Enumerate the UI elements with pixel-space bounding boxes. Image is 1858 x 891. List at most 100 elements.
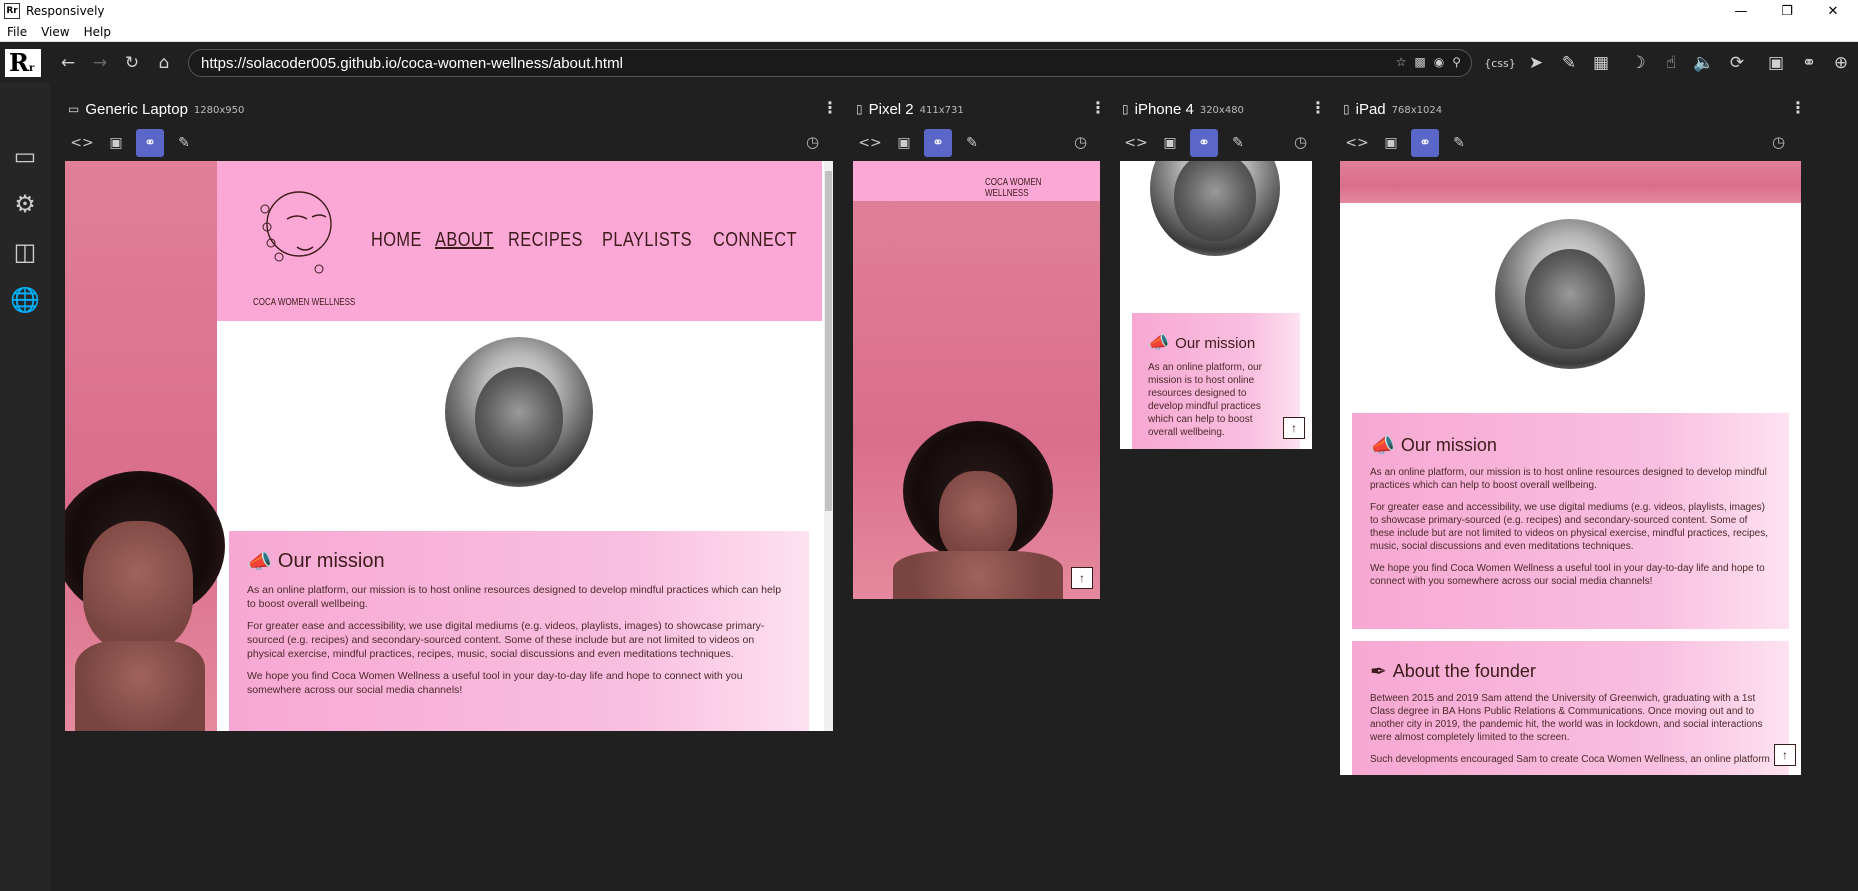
nav-about[interactable]: ABOUT	[435, 229, 494, 252]
brand-logo-icon	[260, 191, 332, 274]
rotate-device-icon[interactable]: ⟳	[1724, 50, 1750, 76]
viewport-pixel2[interactable]: COCA WOMEN WELLNESS ↑	[853, 161, 1100, 599]
touch-hand-icon[interactable]: ☝	[1658, 50, 1684, 76]
mission-p2: For greater ease and accessibility, we u…	[247, 620, 765, 660]
founder-portrait	[1150, 161, 1280, 256]
responsively-logo: Rr	[5, 49, 41, 77]
edit-pencil-icon[interactable]: ✎	[1556, 50, 1582, 76]
bookmark-star-icon[interactable]: ☆	[1396, 55, 1407, 69]
inspect-cursor-icon[interactable]: ➤	[1523, 50, 1549, 76]
screenshot-icon[interactable]: ▣	[1156, 129, 1184, 157]
code-icon[interactable]: <>	[1343, 129, 1371, 157]
back-arrow-icon[interactable]: ←	[55, 50, 81, 76]
link-sync-icon[interactable]: ⚭	[1190, 129, 1218, 157]
scroll-top-arrow-icon[interactable]: ↑	[1774, 744, 1796, 766]
viewport-laptop[interactable]: COCA WOMEN WELLNESS HOME ABOUT RECIPES P…	[65, 161, 833, 731]
edit-icon[interactable]: ✎	[958, 129, 986, 157]
device-name: iPad	[1355, 100, 1386, 118]
device-header-pixel2: ▯ Pixel 2 411x731	[856, 96, 964, 122]
link-sync-icon[interactable]: ⚭	[924, 129, 952, 157]
laptop-icon: ▭	[68, 102, 80, 116]
mission-p1: As an online platform, our mission is to…	[247, 584, 782, 610]
link-sync-icon[interactable]: ⚭	[136, 129, 164, 157]
code-icon[interactable]: <>	[68, 129, 96, 157]
scrollbar[interactable]	[824, 161, 833, 731]
site-header: COCA WOMEN WELLNESS	[853, 161, 1100, 201]
nav-recipes[interactable]: RECIPES	[508, 229, 583, 252]
mission-title: Our mission	[1400, 435, 1497, 455]
brand-name: COCA WOMEN WELLNESS	[985, 177, 1042, 199]
founder-heading: ✒ About the founder	[1370, 659, 1771, 684]
viewport-ipad[interactable]: 📣 Our mission As an online platform, our…	[1340, 161, 1801, 775]
home-icon[interactable]: ⌂	[151, 50, 177, 76]
screenshot-camera-icon[interactable]: ▣	[1763, 50, 1789, 76]
sidebar: ▭ ⚙ ◫ 🌐	[0, 82, 50, 891]
nav-playlists[interactable]: PLAYLISTS	[602, 229, 692, 252]
timer-icon[interactable]: ◷	[1294, 133, 1307, 151]
device-menu-icon[interactable]: ⋮	[1310, 98, 1326, 117]
mission-p3: We hope you find Coca Women Wellness a u…	[1370, 563, 1765, 587]
menu-view[interactable]: View	[34, 25, 76, 39]
megaphone-icon: 📣	[1370, 435, 1395, 457]
nav-connect[interactable]: CONNECT	[713, 229, 797, 252]
timer-icon[interactable]: ◷	[806, 133, 819, 151]
timer-icon[interactable]: ◷	[1772, 133, 1785, 151]
scroll-top-arrow-icon[interactable]: ↑	[1071, 567, 1093, 589]
device-menu-icon[interactable]: ⋮	[1790, 98, 1806, 117]
forward-arrow-icon[interactable]: →	[87, 50, 113, 76]
extensions-puzzle-icon[interactable]: ◫	[7, 234, 43, 270]
device-name: iPhone 4	[1134, 100, 1194, 118]
tablet-icon: ▯	[1343, 102, 1350, 116]
nav-home[interactable]: HOME	[371, 229, 422, 252]
timer-icon[interactable]: ◷	[1074, 133, 1087, 151]
devices-icon[interactable]: ▭	[7, 138, 43, 174]
clear-cache-icon[interactable]: ◉	[1434, 55, 1444, 69]
device-toolbar: <> ▣ ⚭ ✎	[1343, 128, 1473, 158]
screenshot-icon[interactable]: ▣	[1377, 129, 1405, 157]
edit-icon[interactable]: ✎	[170, 129, 198, 157]
mission-title: Our mission	[277, 550, 385, 572]
hero-image	[1340, 161, 1801, 203]
close-icon[interactable]: ✕	[1810, 0, 1856, 22]
reload-icon[interactable]: ↻	[119, 50, 145, 76]
zoom-in-icon[interactable]: ⊕	[1828, 50, 1854, 76]
code-icon[interactable]: <>	[1122, 129, 1150, 157]
brand-name: COCA WOMEN WELLNESS	[253, 297, 356, 308]
viewport-iphone4[interactable]: 📣 Our mission As an online platform, our…	[1120, 161, 1312, 449]
mission-p2: For greater ease and accessibility, we u…	[1370, 502, 1768, 552]
clear-storage-icon[interactable]: ▩	[1414, 55, 1425, 69]
hero-image	[65, 161, 225, 731]
edit-icon[interactable]: ✎	[1445, 129, 1473, 157]
quill-feather-icon: ✒	[1370, 661, 1387, 683]
link-sync-icon[interactable]: ⚭	[1796, 50, 1822, 76]
scroll-top-arrow-icon[interactable]: ↑	[1283, 417, 1305, 439]
element-select-icon[interactable]: ▦	[1588, 50, 1614, 76]
device-menu-icon[interactable]: ⋮	[1090, 98, 1106, 117]
mission-card: 📣 Our mission As an online platform, our…	[229, 531, 809, 731]
screenshot-icon[interactable]: ▣	[102, 129, 130, 157]
device-menu-icon[interactable]: ⋮	[822, 98, 838, 117]
globe-icon[interactable]: 🌐	[7, 282, 43, 318]
address-bar[interactable]: https://solacoder005.github.io/coca-wome…	[188, 49, 1472, 77]
settings-gear-icon[interactable]: ⚙	[7, 186, 43, 222]
screenshot-icon[interactable]: ▣	[890, 129, 918, 157]
css-toggle-button[interactable]: {css}	[1483, 50, 1517, 76]
dark-mode-moon-icon[interactable]: ☽	[1625, 50, 1651, 76]
menu-file[interactable]: File	[0, 25, 34, 39]
mission-p1: As an online platform, our mission is to…	[1148, 362, 1262, 438]
menu-help[interactable]: Help	[77, 25, 118, 39]
minimize-icon[interactable]: —	[1718, 0, 1764, 22]
restore-icon[interactable]: ❐	[1764, 0, 1810, 22]
link-sync-icon[interactable]: ⚭	[1411, 129, 1439, 157]
mute-speaker-icon[interactable]: 🔈	[1691, 50, 1717, 76]
founder-title: About the founder	[1392, 661, 1536, 681]
devtools-pin-icon[interactable]: ⚲	[1452, 55, 1461, 69]
hero-face	[83, 521, 193, 651]
mission-p3: We hope you find Coca Women Wellness a u…	[247, 670, 743, 696]
url-text[interactable]: https://solacoder005.github.io/coca-wome…	[201, 55, 623, 72]
device-size: 768x1024	[1391, 105, 1443, 116]
title-bar: Rr Responsively — ❐ ✕	[0, 0, 1858, 22]
code-icon[interactable]: <>	[856, 129, 884, 157]
device-header-laptop: ▭ Generic Laptop 1280x950	[68, 96, 244, 122]
edit-icon[interactable]: ✎	[1224, 129, 1252, 157]
